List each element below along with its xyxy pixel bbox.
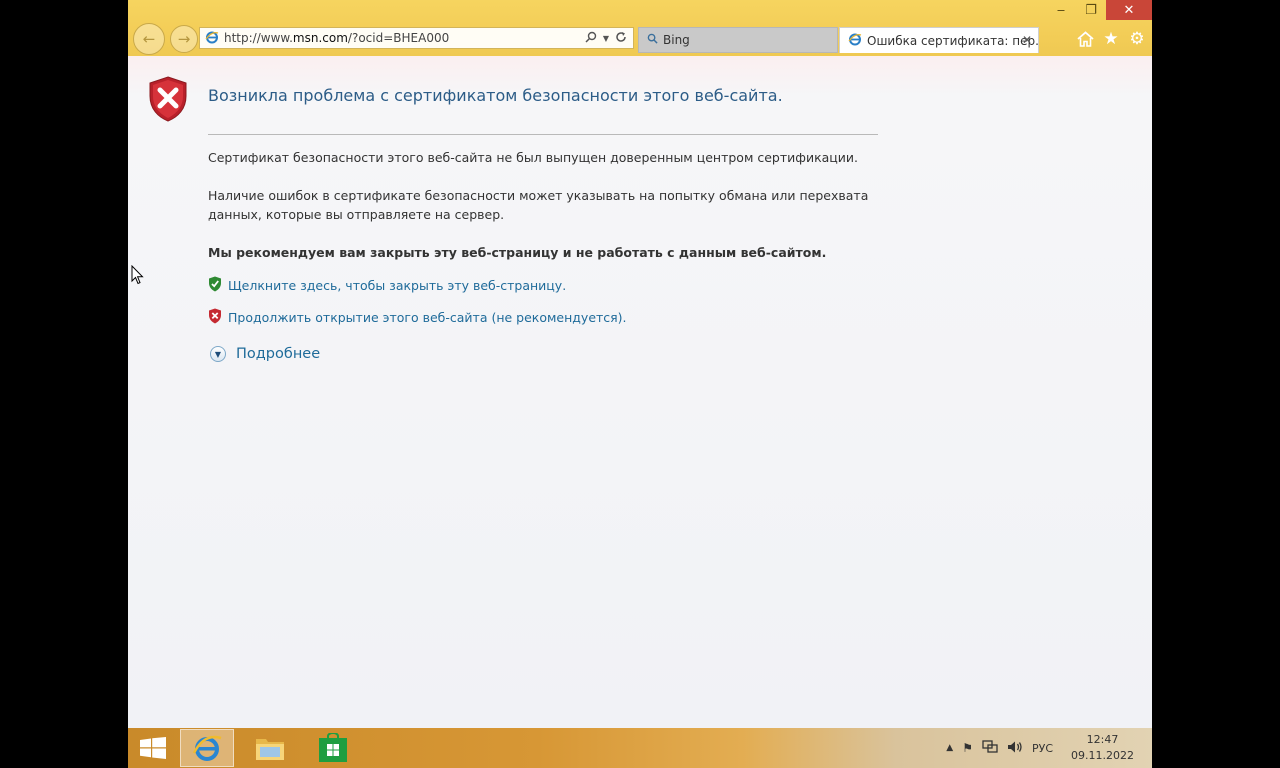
page-content: Возникла проблема с сертификатом безопас… xyxy=(128,56,1152,728)
settings-gear-icon[interactable]: ⚙ xyxy=(1128,29,1146,49)
system-tray: ▲ ⚑ РУС 12:47 09.11.2022 xyxy=(946,728,1152,768)
address-bar[interactable]: http://www.msn.com/?ocid=BHEA000 ▼ xyxy=(199,27,634,49)
dropdown-arrow-icon[interactable]: ▼ xyxy=(603,34,609,43)
windows-logo-icon xyxy=(140,737,166,759)
restore-button[interactable]: ❐ xyxy=(1076,0,1106,20)
folder-icon xyxy=(256,739,284,760)
url-prefix: http://www. xyxy=(224,31,293,45)
refresh-icon[interactable] xyxy=(615,31,627,46)
clock-date: 09.11.2022 xyxy=(1071,749,1134,762)
forward-arrow-icon: → xyxy=(177,30,191,48)
ie-page-icon xyxy=(205,30,219,47)
close-page-link[interactable]: Щелкните здесь, чтобы закрыть эту веб-ст… xyxy=(208,276,566,295)
tab-close-icon[interactable]: ✕ xyxy=(1022,33,1032,47)
action-center-flag-icon[interactable]: ⚑ xyxy=(962,741,973,755)
error-shield-icon xyxy=(148,76,188,126)
volume-icon[interactable] xyxy=(1007,740,1023,757)
internet-explorer-icon xyxy=(192,735,222,761)
favorites-star-icon[interactable]: ★ xyxy=(1102,29,1120,49)
back-arrow-icon: ← xyxy=(142,30,156,48)
expand-chevron-icon: ▼ xyxy=(210,346,226,362)
taskbar: ▲ ⚑ РУС 12:47 09.11.2022 xyxy=(128,728,1152,768)
back-button[interactable]: ← xyxy=(133,23,165,55)
address-url: http://www.msn.com/?ocid=BHEA000 xyxy=(224,31,585,45)
paragraph-untrusted-ca: Сертификат безопасности этого веб-сайта … xyxy=(208,150,859,165)
continue-website-link-text[interactable]: Продолжить открытие этого веб-сайта (не … xyxy=(228,310,627,325)
close-window-button[interactable]: ✕ xyxy=(1106,0,1152,20)
tab-label: Ошибка сертификата: пер... xyxy=(867,33,1038,48)
green-shield-icon xyxy=(208,276,222,295)
clock-time: 12:47 xyxy=(1086,733,1119,746)
url-rest: /?ocid=BHEA000 xyxy=(347,31,450,45)
more-info-toggle[interactable]: ▼ Подробнее xyxy=(210,346,320,362)
taskbar-store-button[interactable] xyxy=(306,729,360,767)
show-hidden-icons-chevron-icon[interactable]: ▲ xyxy=(946,743,953,753)
more-info-text[interactable]: Подробнее xyxy=(236,346,320,362)
home-icon[interactable] xyxy=(1076,30,1094,48)
taskbar-ie-button[interactable] xyxy=(180,729,234,767)
taskbar-file-explorer-button[interactable] xyxy=(243,729,297,767)
language-indicator[interactable]: РУС xyxy=(1032,742,1053,755)
url-domain: msn.com xyxy=(292,31,348,45)
recommendation-text: Мы рекомендуем вам закрыть эту веб-стран… xyxy=(208,245,827,260)
toolbar-icons: ★ ⚙ xyxy=(1076,29,1146,49)
screen: ‒ ❐ ✕ ← → http://www.msn.com/?ocid=BHEA0… xyxy=(128,0,1152,768)
paragraph-warning: Наличие ошибок в сертификате безопасност… xyxy=(208,188,869,222)
browser-chrome: ‒ ❐ ✕ ← → http://www.msn.com/?ocid=BHEA0… xyxy=(128,0,1152,56)
network-icon[interactable] xyxy=(982,739,998,757)
search-icon[interactable] xyxy=(585,31,597,46)
continue-website-link[interactable]: Продолжить открытие этого веб-сайта (не … xyxy=(208,308,627,327)
tab-certificate-error[interactable]: Ошибка сертификата: пер... ✕ xyxy=(839,27,1039,53)
close-page-link-text[interactable]: Щелкните здесь, чтобы закрыть эту веб-ст… xyxy=(228,278,566,293)
start-button[interactable] xyxy=(140,737,166,763)
search-icon xyxy=(647,33,658,47)
mouse-cursor-icon xyxy=(131,264,144,289)
forward-button[interactable]: → xyxy=(170,25,198,53)
page-title: Возникла проблема с сертификатом безопас… xyxy=(208,86,783,105)
window-controls: ‒ ❐ ✕ xyxy=(1046,0,1152,20)
divider xyxy=(208,134,878,135)
store-icon xyxy=(319,733,347,762)
address-tools: ▼ xyxy=(585,31,633,46)
red-shield-icon xyxy=(208,308,222,327)
clock[interactable]: 12:47 09.11.2022 xyxy=(1071,732,1134,764)
minimize-button[interactable]: ‒ xyxy=(1046,0,1076,20)
ie-icon xyxy=(848,32,862,49)
tab-bing[interactable]: Bing xyxy=(638,27,838,53)
tab-label: Bing xyxy=(663,33,690,47)
